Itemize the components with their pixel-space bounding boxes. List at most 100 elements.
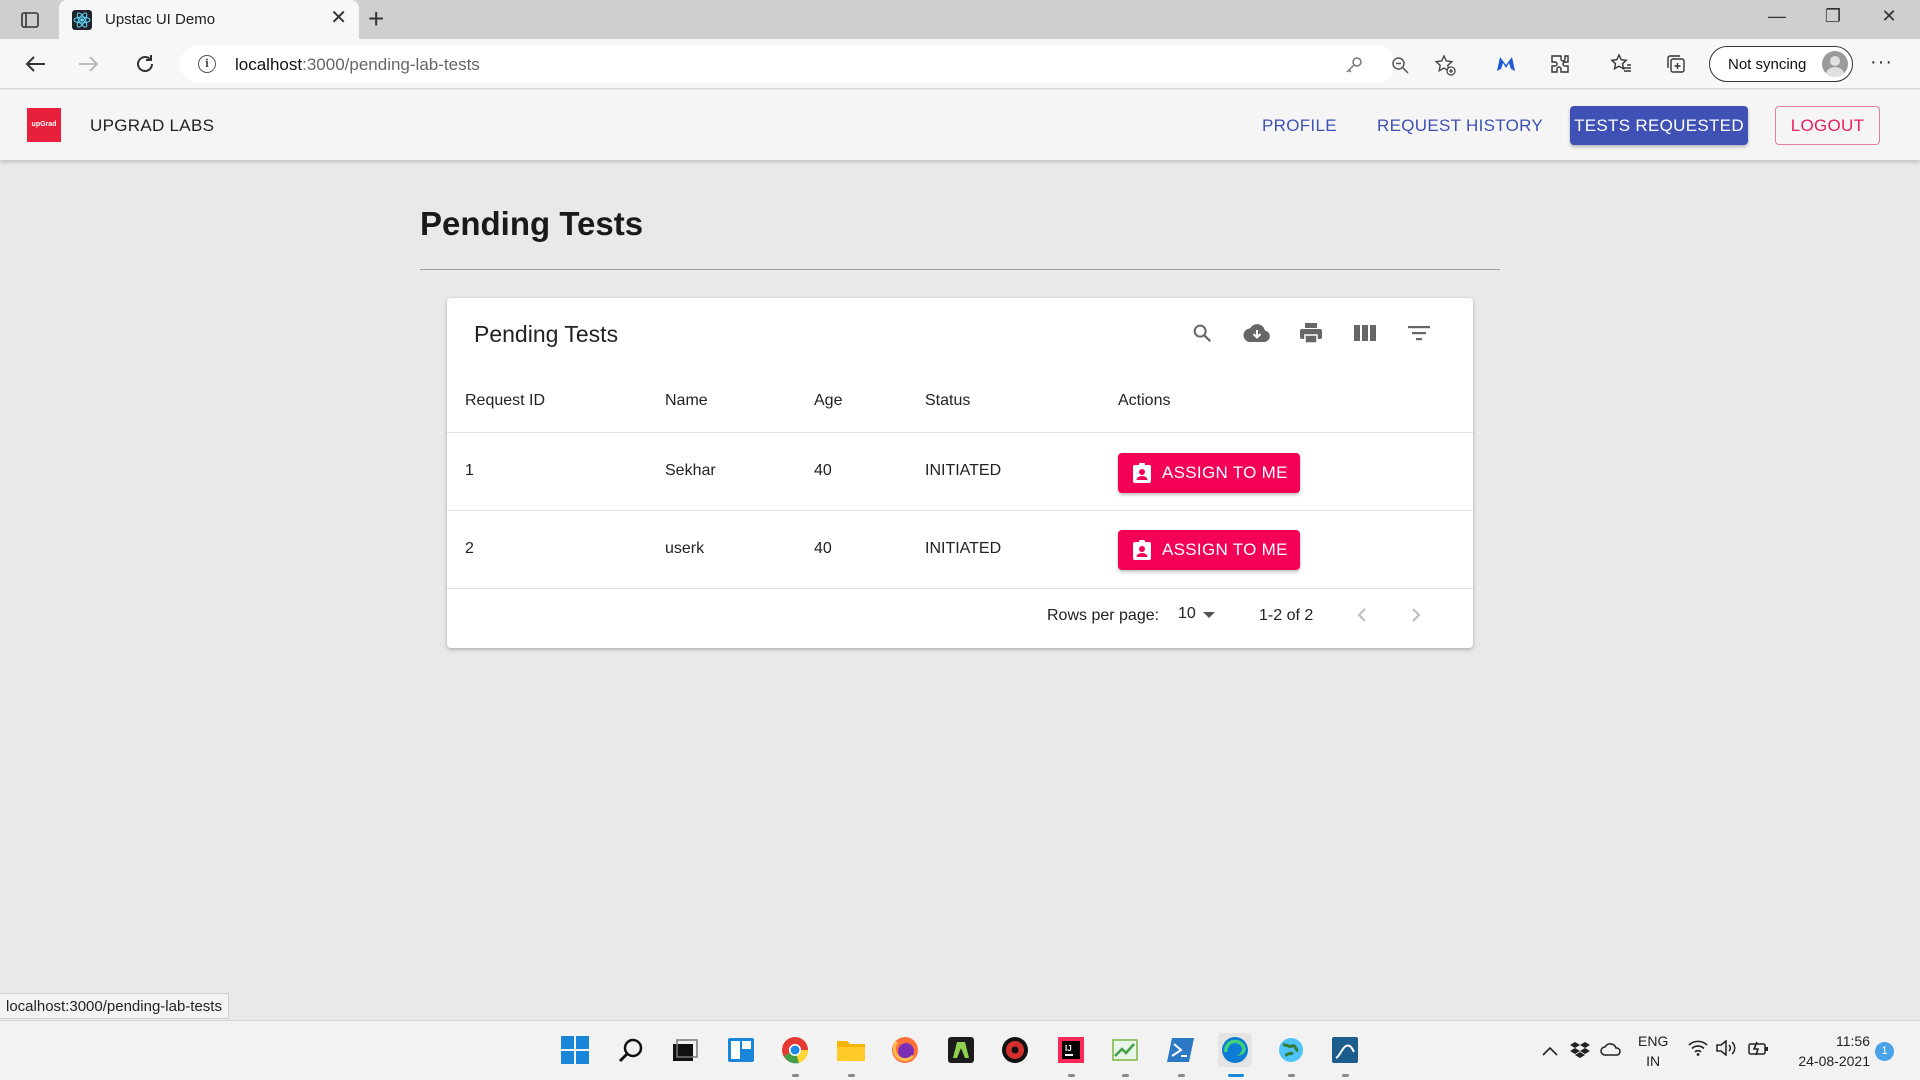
- assign-button-label: ASSIGN TO ME: [1162, 463, 1288, 482]
- more-options-icon[interactable]: ···: [1870, 51, 1893, 74]
- running-indicator: [1122, 1074, 1129, 1077]
- start-icon[interactable]: [558, 1033, 592, 1067]
- tab-actions-icon[interactable]: [12, 7, 48, 33]
- column-header-actions: Actions: [1118, 392, 1171, 409]
- running-indicator: [792, 1074, 799, 1077]
- extensions-icon[interactable]: [1546, 50, 1574, 78]
- key-icon[interactable]: [1343, 54, 1365, 76]
- running-indicator: [848, 1074, 855, 1077]
- chevron-down-icon[interactable]: [1203, 612, 1215, 618]
- tab-title: Upstac UI Demo: [105, 11, 216, 28]
- close-window-icon[interactable]: ✕: [1874, 6, 1904, 27]
- firefox-icon[interactable]: [888, 1033, 922, 1067]
- nav-request-history-link[interactable]: REQUEST HISTORY: [1377, 116, 1543, 136]
- assignment-ind-icon: [1133, 463, 1151, 483]
- input-language-indicator[interactable]: ENG IN: [1638, 1031, 1668, 1071]
- rows-per-page-select[interactable]: 10: [1178, 605, 1196, 623]
- favorites-icon[interactable]: [1607, 50, 1635, 78]
- browser-tabstrip: Upstac UI Demo ✕ + — ❐ ✕: [0, 0, 1920, 39]
- title-divider: [420, 269, 1500, 270]
- language-code: ENG: [1638, 1033, 1669, 1049]
- region-code: IN: [1646, 1053, 1661, 1069]
- add-favorite-icon[interactable]: [1434, 54, 1456, 76]
- chrome-icon[interactable]: [778, 1033, 812, 1067]
- notification-badge[interactable]: 1: [1875, 1042, 1894, 1061]
- column-header-status[interactable]: Status: [925, 392, 970, 410]
- acer-app-icon[interactable]: [944, 1033, 978, 1067]
- nav-profile-link[interactable]: PROFILE: [1262, 116, 1337, 136]
- globe-app-icon[interactable]: [1274, 1033, 1308, 1067]
- browser-toolbar: i localhost:3000/pending-lab-tests Not s…: [0, 39, 1920, 89]
- column-header-name[interactable]: Name: [665, 392, 708, 410]
- next-page-icon[interactable]: [1401, 600, 1431, 630]
- row-divider: [447, 510, 1473, 511]
- malwarebytes-extension-icon[interactable]: [1492, 50, 1520, 78]
- cell-status: INITIATED: [925, 462, 1002, 479]
- column-header-age[interactable]: Age: [814, 392, 842, 410]
- forward-icon[interactable]: [74, 49, 104, 79]
- intellij-icon[interactable]: IJ: [1054, 1033, 1088, 1067]
- zoom-out-icon[interactable]: [1389, 54, 1411, 76]
- chevron-up-icon[interactable]: [1542, 1043, 1558, 1061]
- nav-tests-requested-button[interactable]: TESTS REQUESTED: [1570, 106, 1748, 145]
- collections-icon[interactable]: [1662, 50, 1690, 78]
- wifi-icon[interactable]: [1688, 1040, 1708, 1061]
- avatar: [1822, 51, 1848, 77]
- assign-to-me-button[interactable]: ASSIGN TO ME: [1118, 530, 1300, 570]
- reload-icon[interactable]: [130, 49, 160, 79]
- volume-icon[interactable]: [1716, 1039, 1738, 1061]
- running-indicator: [1178, 1074, 1185, 1077]
- assignment-ind-icon: [1133, 540, 1151, 560]
- onedrive-icon[interactable]: [1600, 1042, 1622, 1061]
- restore-icon[interactable]: ❐: [1818, 6, 1848, 27]
- battery-charging-icon[interactable]: [1748, 1040, 1770, 1061]
- logout-button[interactable]: LOGOUT: [1775, 106, 1880, 145]
- minimize-icon[interactable]: —: [1762, 6, 1792, 27]
- spring-tool-icon[interactable]: [1108, 1033, 1142, 1067]
- pagination-range: 1-2 of 2: [1259, 607, 1314, 624]
- app-header: upGrad UPGRAD LABS PROFILE REQUEST HISTO…: [0, 90, 1920, 160]
- status-bar-url: localhost:3000/pending-lab-tests: [0, 993, 229, 1019]
- system-clock[interactable]: 11:56 24-08-2021: [1790, 1031, 1870, 1071]
- address-url[interactable]: localhost:3000/pending-lab-tests: [235, 55, 480, 75]
- filter-list-icon[interactable]: [1404, 318, 1434, 348]
- column-header-request-id[interactable]: Request ID: [465, 392, 545, 410]
- search-icon[interactable]: [1187, 318, 1217, 348]
- cell-name: userk: [665, 540, 705, 557]
- upgrad-logo[interactable]: upGrad: [27, 108, 61, 142]
- row-divider: [447, 588, 1473, 589]
- task-view-icon[interactable]: [668, 1033, 702, 1067]
- page-title: Pending Tests: [420, 205, 644, 242]
- cell-status: INITIATED: [925, 540, 1002, 557]
- header-divider: [447, 432, 1473, 433]
- widgets-icon[interactable]: [724, 1033, 758, 1067]
- powershell-icon[interactable]: [1164, 1033, 1198, 1067]
- pending-tests-table: Pending Tests Request ID Name Age Status…: [447, 298, 1473, 648]
- running-indicator: [1288, 1074, 1295, 1077]
- assign-button-label: ASSIGN TO ME: [1162, 540, 1288, 559]
- clock-time: 11:56: [1836, 1033, 1870, 1049]
- print-icon[interactable]: [1296, 318, 1326, 348]
- previous-page-icon[interactable]: [1347, 600, 1377, 630]
- dropbox-icon[interactable]: [1570, 1041, 1590, 1064]
- browser-tab-active[interactable]: Upstac UI Demo ✕: [59, 0, 359, 39]
- profile-sync-button[interactable]: Not syncing: [1709, 46, 1853, 82]
- tab-close-icon[interactable]: ✕: [330, 8, 347, 28]
- search-taskbar-icon[interactable]: [614, 1033, 648, 1067]
- brand-title: UPGRAD LABS: [90, 116, 215, 135]
- security-app-icon[interactable]: [998, 1033, 1032, 1067]
- windows-taskbar: IJ ENG IN 11:56 24-08-2021 1: [0, 1020, 1920, 1080]
- mysql-workbench-icon[interactable]: [1328, 1033, 1362, 1067]
- cell-request-id: 1: [465, 462, 474, 479]
- edge-icon[interactable]: [1218, 1033, 1252, 1067]
- view-column-icon[interactable]: [1350, 318, 1380, 348]
- site-info-icon[interactable]: i: [198, 55, 216, 73]
- cell-name: Sekhar: [665, 462, 716, 479]
- cloud-download-icon[interactable]: [1242, 318, 1272, 348]
- new-tab-icon[interactable]: +: [368, 4, 384, 34]
- address-bar[interactable]: i localhost:3000/pending-lab-tests: [180, 45, 1456, 83]
- assign-to-me-button[interactable]: ASSIGN TO ME: [1118, 453, 1300, 493]
- back-icon[interactable]: [20, 49, 50, 79]
- file-explorer-icon[interactable]: [834, 1033, 868, 1067]
- cell-request-id: 2: [465, 540, 474, 557]
